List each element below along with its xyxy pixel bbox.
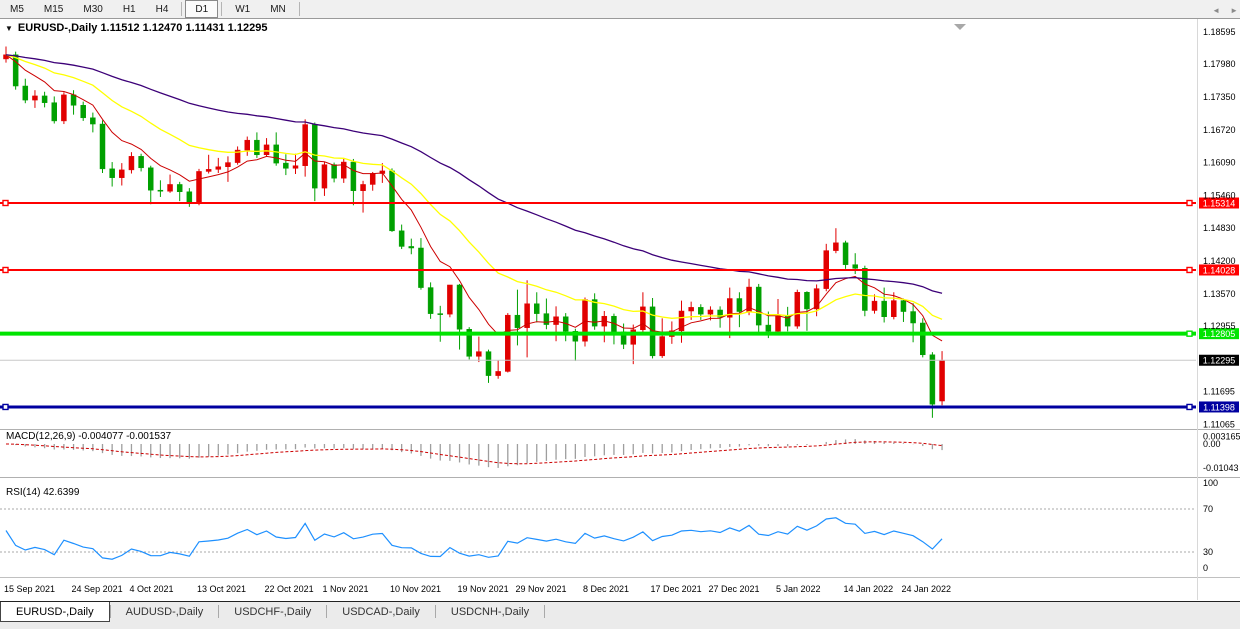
price-axis-label: 1.14200 [1203, 256, 1236, 266]
tab-audusd-daily[interactable]: AUDUSD-,Daily [111, 602, 219, 621]
tab-scroll-arrows: ◄ ► [1212, 6, 1238, 15]
date-axis[interactable]: 15 Sep 2021 24 Sep 2021 4 Oct 2021 13 Oct 2… [4, 584, 951, 594]
rsi-axis-label: 0 [1203, 563, 1208, 573]
date-axis-label: 24 Jan 2022 [901, 584, 951, 594]
resistance-line-2-left-handle[interactable] [3, 267, 8, 272]
toolbar-divider [299, 2, 300, 16]
tab-scroll-right-icon[interactable]: ► [1230, 6, 1238, 15]
macd-axis-label: -0.01043 [1203, 463, 1239, 473]
date-axis-label: 14 Jan 2022 [844, 584, 894, 594]
timeframe-M15[interactable]: M15 [34, 0, 73, 18]
resistance-line-1[interactable]: 1.15314 [0, 198, 1239, 209]
resistance-line-1-right-handle[interactable] [1187, 201, 1192, 206]
date-axis-label: 13 Oct 2021 [197, 584, 246, 594]
price-axis-label: 1.12955 [1203, 321, 1236, 331]
date-axis-label: 1 Nov 2021 [322, 584, 368, 594]
chart-dropdown-icon[interactable]: ▼ [5, 24, 13, 33]
date-axis-label: 8 Dec 2021 [583, 584, 629, 594]
tab-usdcnh-daily[interactable]: USDCNH-,Daily [436, 602, 544, 621]
bid-price-line-badge-label: 1.12295 [1203, 356, 1236, 366]
timeframe-W1[interactable]: W1 [225, 0, 260, 18]
rsi-axis[interactable]: 100 70 30 0 [1203, 478, 1218, 573]
toolbar-divider [221, 2, 222, 16]
price-axis-label: 1.11695 [1203, 386, 1235, 396]
support-line-blue-badge-label: 1.11398 [1203, 402, 1235, 412]
timeframe-MN[interactable]: MN [260, 0, 296, 18]
date-axis-label: 15 Sep 2021 [4, 584, 55, 594]
resistance-line-2[interactable]: 1.14028 [0, 264, 1239, 275]
tab-eurusd-daily[interactable]: EURUSD-,Daily [0, 602, 110, 622]
date-axis-label: 29 Nov 2021 [515, 584, 566, 594]
tab-scroll-left-icon[interactable]: ◄ [1212, 6, 1220, 15]
price-axis-label: 1.17350 [1203, 92, 1236, 102]
bid-price-line[interactable]: 1.12295 [0, 355, 1239, 366]
rsi-line [6, 518, 942, 559]
price-axis-label: 1.18595 [1203, 27, 1236, 37]
support-line-green[interactable]: 1.12805 [0, 328, 1239, 339]
support-line-green-right-handle[interactable] [1187, 331, 1192, 336]
tab-usdchf-daily[interactable]: USDCHF-,Daily [219, 602, 326, 621]
macd-axis-label: 0.00 [1203, 439, 1221, 449]
chart-title: ▼ EURUSD-,Daily 1.11512 1.12470 1.11431 … [5, 22, 267, 34]
support-line-blue[interactable]: 1.11398 [0, 401, 1239, 412]
price-axis-label: 1.11065 [1203, 419, 1235, 429]
price-axis-label: 1.16720 [1203, 125, 1236, 135]
timeframe-M5[interactable]: M5 [0, 0, 34, 18]
ma-fast-line [6, 55, 942, 341]
timeframe-M30[interactable]: M30 [73, 0, 112, 18]
support-line-blue-left-handle[interactable] [3, 404, 8, 409]
chart-canvas[interactable]: 1.153141.140281.128051.122951.113981.185… [0, 0, 1240, 628]
support-line-blue-right-handle[interactable] [1187, 404, 1192, 409]
date-axis-label: 24 Sep 2021 [72, 584, 123, 594]
date-axis-label: 22 Oct 2021 [265, 584, 314, 594]
price-axis[interactable]: 1.18595 1.17980 1.17350 1.16720 1.16090 1.154… [1203, 27, 1236, 429]
macd-signal-line [6, 442, 942, 464]
date-axis-label: 19 Nov 2021 [458, 584, 509, 594]
candlestick-series [4, 46, 945, 417]
timeframe-H4[interactable]: H4 [146, 0, 179, 18]
resistance-line-2-right-handle[interactable] [1187, 267, 1192, 272]
chart-title-text: EURUSD-,Daily 1.11512 1.12470 1.11431 1.… [18, 22, 268, 34]
date-axis-label: 10 Nov 2021 [390, 584, 441, 594]
symbol-tabbar: EURUSD-,DailyAUDUSD-,DailyUSDCHF-,DailyU… [0, 601, 1240, 629]
date-axis-label: 4 Oct 2021 [129, 584, 173, 594]
rsi-axis-label: 70 [1203, 504, 1213, 514]
price-axis-label: 1.14830 [1203, 223, 1236, 233]
rsi-level-lines [0, 509, 1196, 552]
timeframe-toolbar: M5M15M30H1H4 D1 W1MN [0, 0, 1240, 19]
price-axis-label: 1.16090 [1203, 158, 1236, 168]
timeframe-H1[interactable]: H1 [113, 0, 146, 18]
rsi-axis-label: 100 [1203, 478, 1218, 488]
date-axis-label: 17 Dec 2021 [651, 584, 702, 594]
toolbar-divider [181, 2, 182, 16]
tab-divider [544, 605, 545, 618]
price-axis-label: 1.15460 [1203, 190, 1236, 200]
price-axis-label: 1.17980 [1203, 59, 1236, 69]
resistance-line-1-left-handle[interactable] [3, 201, 8, 206]
mt4-chart-window: { "colors": { "bull": "#e10000", "bear":… [0, 0, 1240, 628]
ma-slow-line [6, 55, 942, 293]
timeframe-D1[interactable]: D1 [185, 0, 218, 18]
price-axis-label: 1.13570 [1203, 289, 1236, 299]
rsi-axis-label: 30 [1203, 547, 1213, 557]
chart-shift-marker-icon [954, 24, 966, 30]
macd-indicator-label: MACD(12,26,9) -0.004077 -0.001537 [6, 431, 171, 442]
tab-usdcad-daily[interactable]: USDCAD-,Daily [327, 602, 435, 621]
pane-separators [0, 19, 1240, 601]
date-axis-label: 27 Dec 2021 [708, 584, 759, 594]
resistance-line-2-badge-label: 1.14028 [1203, 265, 1236, 275]
macd-axis[interactable]: 0.0031650.00-0.01043 [1203, 432, 1240, 473]
rsi-indicator-label: RSI(14) 42.6399 [6, 487, 79, 498]
date-axis-label: 5 Jan 2022 [776, 584, 821, 594]
